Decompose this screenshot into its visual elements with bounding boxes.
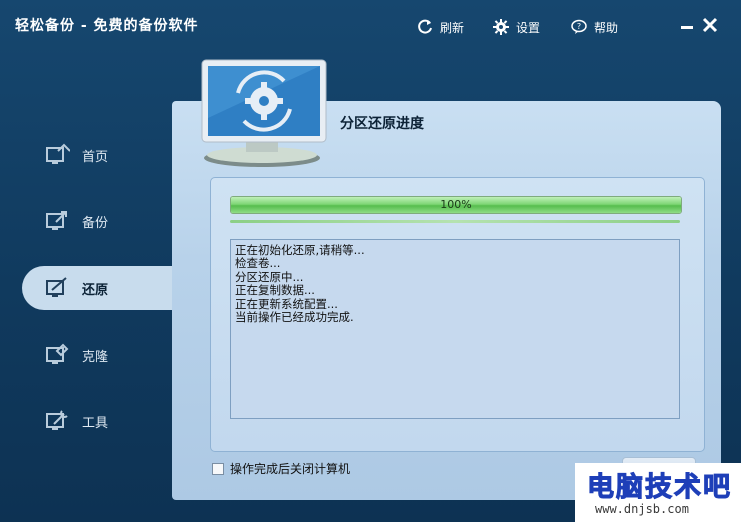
settings-label: 设置 [516, 20, 541, 35]
backup-icon [46, 211, 67, 230]
svg-text:?: ? [577, 22, 581, 31]
sidebar-item-label: 首页 [82, 149, 109, 165]
progress-section: 100% 正在初始化还原,请稍等... 检查卷... 分区还原中... 正在复制数据.… [210, 177, 705, 452]
log-line: 当前操作已经成功完成. [235, 310, 354, 325]
sidebar-item-backup[interactable]: 备份 [22, 199, 172, 243]
tools-icon [46, 410, 68, 430]
minimize-icon[interactable] [678, 16, 696, 34]
app-title: 轻松备份 - 免费的备份软件 [15, 18, 199, 34]
page-title: 分区还原进度 [340, 116, 424, 132]
refresh-icon [418, 19, 432, 34]
sidebar-item-label: 克隆 [82, 349, 109, 365]
log-line: 正在复制数据... [235, 283, 315, 298]
sidebar-item-restore[interactable]: 还原 [22, 266, 174, 310]
shutdown-checkbox[interactable] [212, 462, 224, 475]
sidebar-item-tools[interactable]: 工具 [22, 399, 172, 443]
sidebar-item-home[interactable]: 首页 [22, 133, 172, 177]
log-line: 分区还原中... [235, 269, 304, 284]
log-line: 正在初始化还原,请稍等... [235, 243, 365, 257]
log-line: 检查卷... [235, 256, 281, 271]
log-line: 正在更新系统配置... [235, 296, 338, 311]
title-bar: 轻松备份 - 免费的备份软件 刷新 设置 ? 帮助 [0, 0, 741, 52]
sidebar-item-label: 还原 [82, 282, 109, 298]
sidebar-item-clone[interactable]: 克隆 [22, 333, 172, 377]
progress-label: 100% [440, 198, 472, 211]
watermark: 电脑技术吧 www.dnjsb.com [575, 463, 741, 522]
help-label: 帮助 [594, 20, 619, 35]
monitor-restore-illustration [201, 59, 327, 167]
help-button[interactable]: ? 帮助 [570, 17, 618, 37]
help-icon: ? [571, 19, 587, 34]
close-icon[interactable] [701, 16, 719, 34]
watermark-title: 电脑技术吧 [587, 472, 732, 504]
sidebar-item-label: 工具 [82, 415, 109, 431]
settings-button[interactable]: 设置 [492, 17, 540, 37]
refresh-button[interactable]: 刷新 [416, 17, 464, 37]
shutdown-checkbox-label: 操作完成后关闭计算机 [230, 462, 351, 476]
app-window: 轻松备份 - 免费的备份软件 刷新 设置 ? 帮助 首页 备份 还原 克隆 工具… [0, 0, 741, 522]
clone-icon [46, 343, 69, 364]
watermark-url: www.dnjsb.com [595, 502, 689, 516]
shutdown-checkbox-row[interactable]: 操作完成后关闭计算机 [212, 460, 350, 477]
progress-bar: 100% [230, 196, 682, 214]
sidebar-item-label: 备份 [82, 215, 109, 231]
operation-log[interactable]: 正在初始化还原,请稍等... 检查卷... 分区还原中... 正在复制数据... 正在更… [230, 239, 680, 419]
home-icon [46, 143, 70, 164]
progress-bar-glow [230, 220, 680, 223]
restore-icon [46, 277, 67, 297]
gear-icon [493, 19, 509, 35]
refresh-label: 刷新 [440, 20, 465, 35]
